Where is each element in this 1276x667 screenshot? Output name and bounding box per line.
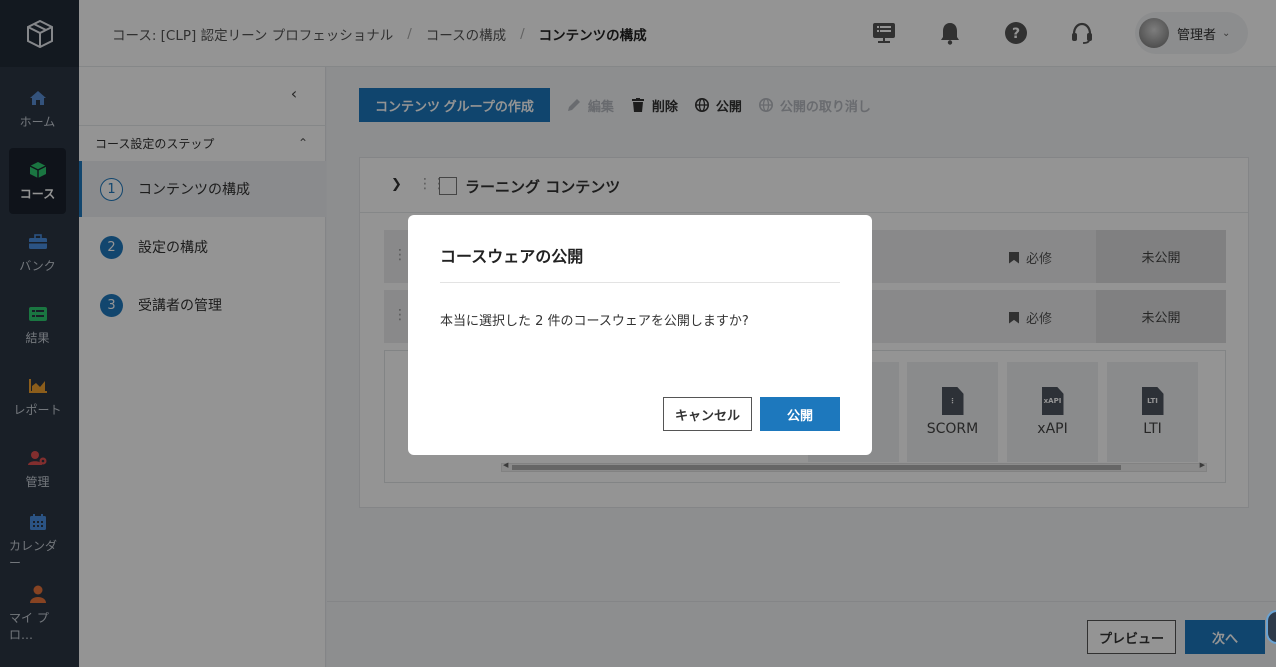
- dialog-message: 本当に選択した 2 件のコースウェアを公開しますか?: [440, 314, 749, 329]
- cancel-button[interactable]: キャンセル: [663, 397, 752, 431]
- publish-courseware-dialog: コースウェアの公開 本当に選択した 2 件のコースウェアを公開しますか? キャン…: [408, 215, 872, 455]
- dialog-title: コースウェアの公開: [440, 247, 584, 266]
- confirm-publish-button[interactable]: 公開: [760, 397, 840, 431]
- dialog-divider: [440, 282, 840, 283]
- help-widget-icon[interactable]: [1266, 610, 1276, 644]
